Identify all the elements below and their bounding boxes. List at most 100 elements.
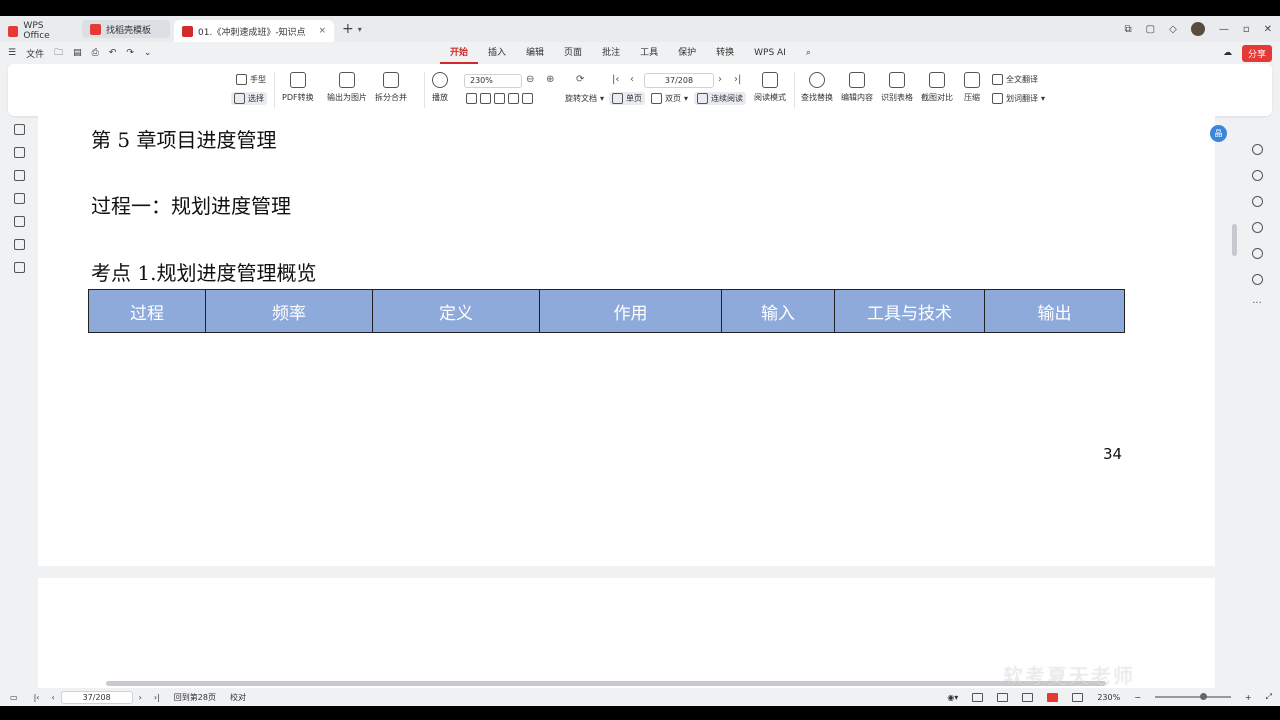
tab-wps-ai[interactable]: WPS AI bbox=[744, 42, 796, 64]
vertical-scrollbar[interactable] bbox=[1232, 224, 1237, 256]
open-folder-icon[interactable]: 🗀 bbox=[54, 45, 63, 61]
chevron-down-icon[interactable]: ⌄ bbox=[144, 48, 152, 58]
tab-start[interactable]: 开始 bbox=[440, 42, 479, 64]
eye-icon[interactable]: ◉▾ bbox=[947, 693, 958, 702]
avatar[interactable] bbox=[1190, 22, 1205, 36]
page-number-input[interactable]: 37/208 bbox=[644, 73, 714, 88]
zoom-slider-knob[interactable] bbox=[1199, 693, 1207, 700]
comment-icon[interactable] bbox=[13, 193, 25, 204]
sidebar-toggle-icon[interactable]: ▭ bbox=[10, 693, 18, 702]
screenshot-compare-button[interactable]: 截图对比 bbox=[921, 72, 953, 103]
next-page-icon[interactable]: › bbox=[139, 693, 142, 702]
double-page-button[interactable]: 双页 ▾ bbox=[651, 93, 688, 104]
tab-annotate[interactable]: 批注 bbox=[592, 42, 630, 64]
tab-template[interactable]: 找稻壳模板 bbox=[82, 20, 170, 38]
more-icon[interactable]: ··· bbox=[1252, 299, 1262, 309]
chevron-down-icon[interactable]: ▾ bbox=[358, 25, 362, 34]
prev-page-icon[interactable]: ‹ bbox=[51, 693, 54, 702]
export-image-button[interactable]: 输出为图片 bbox=[327, 72, 367, 103]
first-page-icon[interactable]: |‹ bbox=[612, 74, 619, 85]
word-translate-button[interactable]: 划词翻译 ▾ bbox=[992, 93, 1045, 104]
file-menu[interactable]: 文件 bbox=[26, 47, 44, 60]
zoom-level[interactable]: 230% bbox=[1097, 693, 1120, 702]
window-icon[interactable]: ▢ bbox=[1146, 24, 1155, 35]
prev-page-icon[interactable]: ‹ bbox=[630, 74, 634, 85]
find-replace-button[interactable]: 查找替换 bbox=[801, 72, 833, 103]
edit-content-button[interactable]: 编辑内容 bbox=[841, 72, 873, 103]
zoom-in-icon[interactable]: ⊕ bbox=[546, 74, 554, 85]
goto-page-link[interactable]: 回到第28页 bbox=[174, 692, 216, 703]
last-page-icon[interactable]: ›| bbox=[154, 693, 160, 702]
double-view-icon[interactable] bbox=[1022, 692, 1034, 702]
tab-page[interactable]: 页面 bbox=[554, 42, 592, 64]
close-tab-icon[interactable]: × bbox=[318, 26, 326, 36]
restore-window-icon[interactable]: ⧉ bbox=[1125, 24, 1132, 35]
tab-edit[interactable]: 编辑 bbox=[516, 42, 554, 64]
first-page-icon[interactable]: |‹ bbox=[34, 693, 40, 702]
save-icon[interactable]: ▤ bbox=[73, 48, 82, 58]
user-badge-icon[interactable]: 晶 bbox=[1210, 125, 1227, 142]
frame-icon[interactable] bbox=[494, 93, 505, 104]
play-icon[interactable] bbox=[1047, 692, 1059, 702]
tab-tools[interactable]: 工具 bbox=[630, 42, 668, 64]
fit-icon[interactable] bbox=[1072, 692, 1084, 702]
cube-icon[interactable]: ◇ bbox=[1169, 24, 1177, 35]
fit-width-icon[interactable] bbox=[466, 93, 477, 104]
thumbnail-icon[interactable] bbox=[13, 170, 25, 181]
layers-icon[interactable] bbox=[13, 262, 25, 273]
share-button[interactable]: 分享 bbox=[1241, 44, 1272, 62]
redo-icon[interactable]: ↷ bbox=[126, 48, 134, 58]
help-icon[interactable] bbox=[1251, 274, 1263, 285]
continuous-view-icon[interactable] bbox=[972, 692, 984, 702]
read-mode-button[interactable]: 阅读模式 bbox=[754, 72, 786, 103]
table-icon[interactable] bbox=[1251, 248, 1263, 259]
book-icon[interactable] bbox=[1251, 222, 1263, 233]
outline-icon[interactable] bbox=[13, 124, 25, 135]
last-page-icon[interactable]: ›| bbox=[734, 74, 741, 85]
zoom-out-icon[interactable]: − bbox=[1134, 693, 1141, 702]
zoom-in-icon[interactable]: + bbox=[1245, 693, 1252, 702]
rotate-page-icon[interactable] bbox=[522, 93, 533, 104]
single-view-icon[interactable] bbox=[997, 692, 1009, 702]
copy-icon[interactable] bbox=[508, 93, 519, 104]
compress-button[interactable]: 压缩 bbox=[964, 72, 980, 103]
rotate-icon[interactable]: ⟳ bbox=[576, 74, 584, 85]
crop-icon[interactable] bbox=[480, 93, 491, 104]
print-icon[interactable]: ⎙ bbox=[92, 48, 99, 58]
pdf-convert-button[interactable]: PDF转换 bbox=[282, 72, 314, 103]
maximize-icon[interactable]: ▫ bbox=[1243, 24, 1250, 35]
undo-icon[interactable]: ↶ bbox=[109, 48, 117, 58]
new-tab-button[interactable]: + bbox=[342, 21, 354, 37]
tab-convert[interactable]: 转换 bbox=[706, 42, 744, 64]
fullscreen-icon[interactable]: ⤢ bbox=[1266, 692, 1272, 702]
single-page-button[interactable]: 单页 bbox=[609, 92, 645, 105]
continuous-read-button[interactable]: 连续阅读 bbox=[694, 92, 746, 105]
close-window-icon[interactable]: ✕ bbox=[1264, 24, 1272, 35]
attachment-icon[interactable] bbox=[13, 216, 25, 227]
cloud-sync-icon[interactable]: ☁ bbox=[1223, 48, 1232, 58]
zoom-out-icon[interactable]: ⊖ bbox=[526, 74, 534, 85]
split-merge-button[interactable]: 拆分合并 bbox=[375, 72, 407, 103]
rotate-document-button[interactable]: 旋转文档 ▾ bbox=[565, 93, 604, 104]
search-icon[interactable]: ⌕ bbox=[796, 42, 821, 64]
full-translate-button[interactable]: 全文翻译 bbox=[992, 74, 1038, 85]
translate-icon[interactable] bbox=[1251, 170, 1263, 181]
proofread-button[interactable]: 校对 bbox=[230, 692, 246, 703]
tab-protect[interactable]: 保护 bbox=[668, 42, 706, 64]
hand-tool-button[interactable]: 手型 bbox=[236, 74, 266, 85]
zoom-slider[interactable] bbox=[1154, 693, 1231, 700]
signature-icon[interactable] bbox=[13, 239, 25, 250]
zoom-select[interactable]: 230% bbox=[464, 74, 522, 88]
tab-document[interactable]: 01.《冲刺速成班》-知识点 × bbox=[174, 20, 334, 42]
menu-icon[interactable]: ☰ bbox=[8, 48, 16, 58]
tab-wps-home[interactable]: WPS Office bbox=[0, 20, 78, 42]
settings-sliders-icon[interactable] bbox=[1251, 196, 1263, 207]
bookmark-icon[interactable] bbox=[13, 147, 25, 158]
play-button[interactable]: 播放 bbox=[432, 72, 448, 103]
next-page-icon[interactable]: › bbox=[718, 74, 722, 85]
tab-insert[interactable]: 插入 bbox=[478, 42, 516, 64]
recognize-table-button[interactable]: 识别表格 bbox=[881, 72, 913, 103]
horizontal-scrollbar[interactable] bbox=[106, 681, 1106, 686]
select-tool-button[interactable]: 选择 bbox=[231, 92, 267, 105]
search-icon[interactable] bbox=[1251, 144, 1263, 155]
